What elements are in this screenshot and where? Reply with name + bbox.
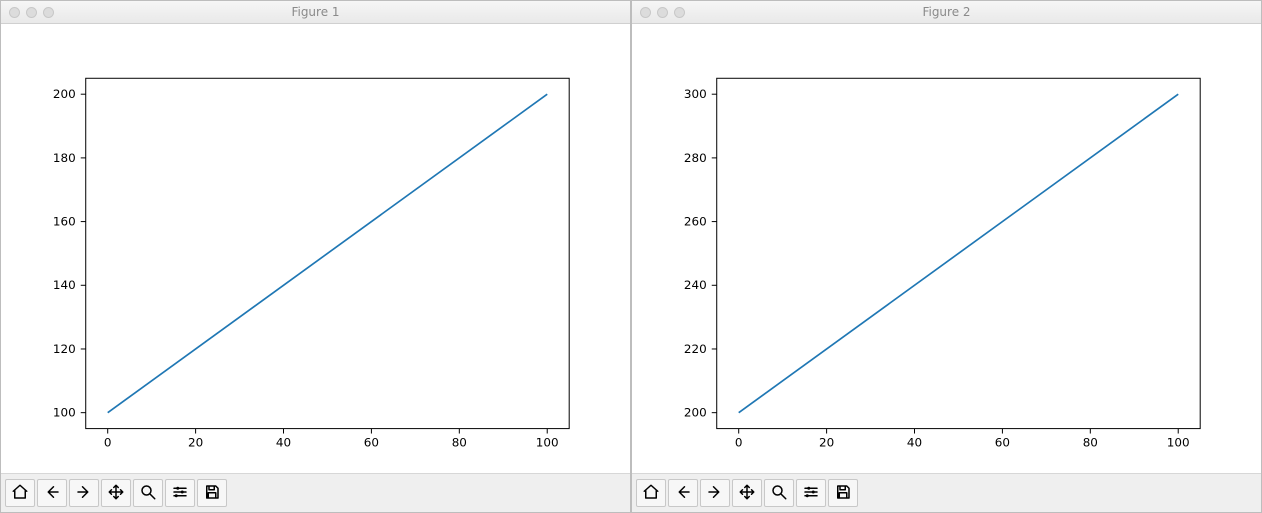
matplotlib-toolbar: [1, 473, 630, 512]
svg-text:20: 20: [819, 435, 834, 449]
svg-text:240: 240: [684, 278, 707, 292]
plot-canvas[interactable]: 0 20 40 60 80 100 100 120 140 160 180 200: [1, 24, 630, 473]
home-icon: [11, 483, 29, 504]
svg-text:0: 0: [735, 435, 743, 449]
save-button[interactable]: [828, 479, 858, 507]
chart-2: 0 20 40 60 80 100 200 220 240 260 280 300: [632, 24, 1261, 473]
svg-text:200: 200: [684, 406, 707, 420]
window-title: Figure 1: [1, 5, 630, 19]
sliders-icon: [802, 483, 820, 504]
svg-text:40: 40: [276, 435, 291, 449]
move-icon: [738, 483, 756, 504]
window-controls: [640, 7, 685, 18]
svg-text:0: 0: [104, 435, 112, 449]
chart-1: 0 20 40 60 80 100 100 120 140 160 180 200: [1, 24, 630, 473]
sliders-icon: [171, 483, 189, 504]
configure-button[interactable]: [796, 479, 826, 507]
save-icon: [834, 483, 852, 504]
magnifier-icon: [770, 483, 788, 504]
home-button[interactable]: [5, 479, 35, 507]
svg-text:80: 80: [452, 435, 467, 449]
forward-button[interactable]: [69, 479, 99, 507]
back-button[interactable]: [668, 479, 698, 507]
svg-text:60: 60: [995, 435, 1010, 449]
zoom-button[interactable]: [764, 479, 794, 507]
pan-button[interactable]: [732, 479, 762, 507]
configure-button[interactable]: [165, 479, 195, 507]
window-controls: [9, 7, 54, 18]
zoom-button[interactable]: [133, 479, 163, 507]
svg-text:260: 260: [684, 215, 707, 229]
zoom-window-icon[interactable]: [674, 7, 685, 18]
svg-text:200: 200: [53, 87, 76, 101]
svg-text:20: 20: [188, 435, 203, 449]
plot-canvas[interactable]: 0 20 40 60 80 100 200 220 240 260 280 300: [632, 24, 1261, 473]
forward-button[interactable]: [700, 479, 730, 507]
figure-window-1: Figure 1 0 20 40 60 80 100 100 120 140 160 180 200: [0, 0, 631, 513]
titlebar[interactable]: Figure 2: [632, 1, 1261, 24]
magnifier-icon: [139, 483, 157, 504]
close-icon[interactable]: [640, 7, 651, 18]
svg-text:100: 100: [536, 435, 559, 449]
svg-text:300: 300: [684, 87, 707, 101]
close-icon[interactable]: [9, 7, 20, 18]
figure-window-2: Figure 2 0 20 40 60 80 100 200 220 240 260 280 300: [631, 0, 1262, 513]
move-icon: [107, 483, 125, 504]
arrow-left-icon: [674, 483, 692, 504]
svg-text:100: 100: [1167, 435, 1190, 449]
window-title: Figure 2: [632, 5, 1261, 19]
svg-text:80: 80: [1083, 435, 1098, 449]
svg-text:160: 160: [53, 215, 76, 229]
arrow-left-icon: [43, 483, 61, 504]
svg-text:180: 180: [53, 151, 76, 165]
svg-text:220: 220: [684, 342, 707, 356]
svg-text:60: 60: [364, 435, 379, 449]
home-button[interactable]: [636, 479, 666, 507]
svg-text:140: 140: [53, 278, 76, 292]
matplotlib-toolbar: [632, 473, 1261, 512]
svg-text:120: 120: [53, 342, 76, 356]
svg-text:40: 40: [907, 435, 922, 449]
svg-text:280: 280: [684, 151, 707, 165]
back-button[interactable]: [37, 479, 67, 507]
zoom-window-icon[interactable]: [43, 7, 54, 18]
minimize-icon[interactable]: [657, 7, 668, 18]
titlebar[interactable]: Figure 1: [1, 1, 630, 24]
svg-text:100: 100: [53, 406, 76, 420]
save-button[interactable]: [197, 479, 227, 507]
minimize-icon[interactable]: [26, 7, 37, 18]
home-icon: [642, 483, 660, 504]
pan-button[interactable]: [101, 479, 131, 507]
arrow-right-icon: [706, 483, 724, 504]
desktop: Figure 1 020406080100100120140160180200: [0, 0, 1262, 513]
save-icon: [203, 483, 221, 504]
arrow-right-icon: [75, 483, 93, 504]
